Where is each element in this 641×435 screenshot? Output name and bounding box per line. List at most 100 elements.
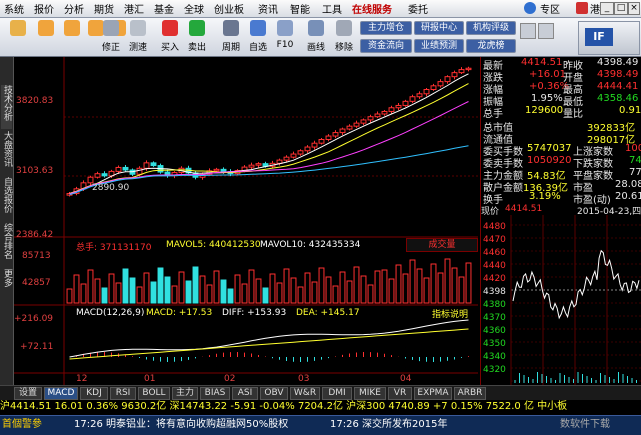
tab-boll[interactable]: BOLL (138, 387, 170, 400)
volume-indicator-button[interactable]: 成交量 (406, 238, 478, 252)
sidebar-tab-more[interactable]: 更多 (1, 269, 12, 299)
quote-value-bid-vol: 5747037 (527, 143, 572, 154)
volume-bar (451, 267, 458, 304)
buy-icon (162, 20, 178, 36)
sidebar-tab-ranking[interactable]: 综合排名 (1, 223, 12, 267)
candle-body (213, 168, 220, 172)
menu-global[interactable]: 全球 (184, 1, 204, 16)
toolbar-speed[interactable]: 测速 (124, 19, 152, 55)
menu-gem[interactable]: 创业板 (214, 1, 244, 16)
ticker-text: 沪4414.51 16.01 0.36% 9630.2亿 深14743.22 -… (0, 401, 568, 412)
status-left[interactable]: 首個警參 (2, 416, 42, 434)
menu-fund[interactable]: 基金 (154, 1, 174, 16)
volume-bar (199, 275, 206, 304)
chart-icon[interactable] (538, 23, 554, 39)
dragon-tiger-button[interactable]: 龙虎榜 (466, 39, 516, 53)
close-icon[interactable]: × (628, 2, 640, 15)
vol-ma5: MAVOL5: 440412530 (166, 240, 261, 250)
volume-bar (192, 266, 199, 304)
tab-vr[interactable]: VR (388, 387, 412, 400)
menu-quote[interactable]: 报价 (34, 1, 54, 16)
tab-obv[interactable]: OBV (260, 387, 288, 400)
menu-zone[interactable]: 专区 (540, 1, 560, 16)
volume-bar (388, 278, 395, 304)
menu-hk[interactable]: 港汇 (124, 1, 144, 16)
mini-y-8: 4360 (483, 326, 506, 336)
volume-bar (297, 286, 304, 304)
institution-rating-button[interactable]: 机构评级 (466, 21, 516, 35)
earnings-forecast-button[interactable]: 业绩预测 (414, 39, 464, 53)
arrow-left-icon (38, 20, 54, 36)
menu-tools[interactable]: 工具 (322, 1, 342, 16)
toolbar-buy[interactable]: 买入 (156, 19, 184, 55)
volume-bar (87, 269, 94, 304)
toolbar-home[interactable] (4, 19, 32, 55)
tab-bias[interactable]: BIAS (200, 387, 230, 400)
candle-body (325, 135, 332, 140)
candle-body (311, 142, 318, 148)
macd-label-mid: +72.11 (20, 342, 54, 352)
layout-icon[interactable] (520, 23, 536, 39)
maximize-icon[interactable]: □ (614, 2, 628, 15)
menu-futures[interactable]: 期货 (94, 1, 114, 16)
left-sidebar: 技术分析 大盘资讯 自选报价 综合排名 更多 (0, 57, 14, 385)
tab-macd[interactable]: MACD (44, 387, 78, 400)
tab-arbr[interactable]: ARBR (454, 387, 486, 400)
tab-rsi[interactable]: RSI (110, 387, 136, 400)
volume-bar (325, 276, 332, 304)
volume-bar (185, 280, 192, 304)
calendar-icon (223, 20, 239, 36)
quote-value-high: 4444.41 (597, 81, 639, 92)
news-item-2[interactable]: 17:26 深交所发布2015年 (330, 416, 447, 434)
menu-analysis[interactable]: 分析 (64, 1, 84, 16)
macd-label-top: +216.09 (14, 314, 54, 324)
sidebar-tab-technical[interactable]: 技术分析 (1, 85, 12, 129)
indicator-help-link[interactable]: 指标说明 (432, 307, 468, 320)
tab-wr[interactable]: W&R (290, 387, 320, 400)
news-item-1[interactable]: 17:26 明泰铝业：将有意向收购超融网50%股权 (74, 416, 288, 434)
toolbar-fix[interactable]: 修正 (97, 19, 125, 55)
minimize-icon[interactable]: _ (600, 2, 614, 15)
toolbar-period[interactable]: 周期 (217, 19, 245, 55)
tab-main[interactable]: 主力 (172, 387, 198, 400)
toolbar-back[interactable] (32, 19, 60, 55)
tab-dmi[interactable]: DMI (322, 387, 352, 400)
kline-chart[interactable]: 3820.83 3103.63 2386.42 2890.90 总手: 3711… (14, 57, 478, 385)
tab-kdj[interactable]: KDJ (80, 387, 108, 400)
capital-flow-button[interactable]: 资金流向 (360, 39, 412, 53)
quote-label-vol-ratio: 量比 (563, 109, 583, 120)
grid-icon (250, 20, 266, 36)
toolbar-remove[interactable]: 移除 (330, 19, 358, 55)
home-icon[interactable] (524, 2, 536, 14)
tab-asi[interactable]: ASI (232, 387, 258, 400)
mini-y-0: 4480 (483, 222, 506, 232)
mini-y-1: 4470 (483, 235, 506, 245)
macd-name: MACD(12,26,9) (76, 308, 145, 318)
tab-expma[interactable]: EXPMA (414, 387, 452, 400)
menu-online-service[interactable]: 在线服务 (352, 1, 392, 16)
toolbar-sell[interactable]: 卖出 (183, 19, 211, 55)
x-label-12: 12 (76, 374, 88, 384)
menu-smart[interactable]: 智能 (290, 1, 310, 16)
research-center-button[interactable]: 研报中心 (414, 21, 464, 35)
tab-mike[interactable]: MIKE (354, 387, 386, 400)
toolbar-watchlist[interactable]: 自选 (244, 19, 272, 55)
quote-value-vol-ratio: 0.91 (619, 105, 641, 116)
toolbar-f10[interactable]: F10 (271, 19, 299, 55)
volume-bar (66, 288, 73, 304)
toolbar-draw[interactable]: 画线 (302, 19, 330, 55)
menu-system[interactable]: 系统 (4, 1, 24, 16)
vol-label-top: 85713 (22, 251, 51, 261)
candle-body (458, 69, 465, 74)
main-inflow-button[interactable]: 主力增仓 (360, 21, 412, 35)
candle-body (220, 168, 227, 173)
volume-bar (157, 267, 164, 304)
candle-body (402, 100, 409, 106)
mini-y-5: 4398 (483, 287, 506, 297)
menu-entrust[interactable]: 委托 (408, 1, 428, 16)
sidebar-tab-watchlist[interactable]: 自选报价 (1, 177, 12, 221)
sidebar-tab-market-news[interactable]: 大盘资讯 (1, 131, 12, 175)
menu-news[interactable]: 资讯 (258, 1, 278, 16)
tab-settings[interactable]: 设置 (14, 387, 42, 400)
volume-bar (276, 282, 283, 304)
